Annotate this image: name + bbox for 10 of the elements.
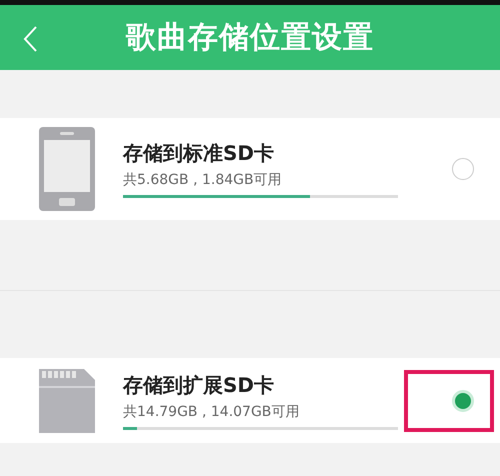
storage-usage: 共14.79GB , 14.07GB可用: [123, 402, 300, 420]
option-title: 存储到扩展SD卡: [123, 372, 276, 398]
back-icon[interactable]: [22, 25, 38, 53]
storage-usage: 共5.68GB , 1.84GB可用: [123, 171, 283, 189]
radio-button[interactable]: [452, 158, 474, 180]
sd-card-icon: [38, 368, 96, 434]
phone-icon: [38, 126, 96, 212]
radio-button[interactable]: [452, 390, 474, 412]
option-title: 存储到标准SD卡: [123, 140, 276, 167]
page-title: 歌曲存储位置设置: [126, 19, 374, 57]
